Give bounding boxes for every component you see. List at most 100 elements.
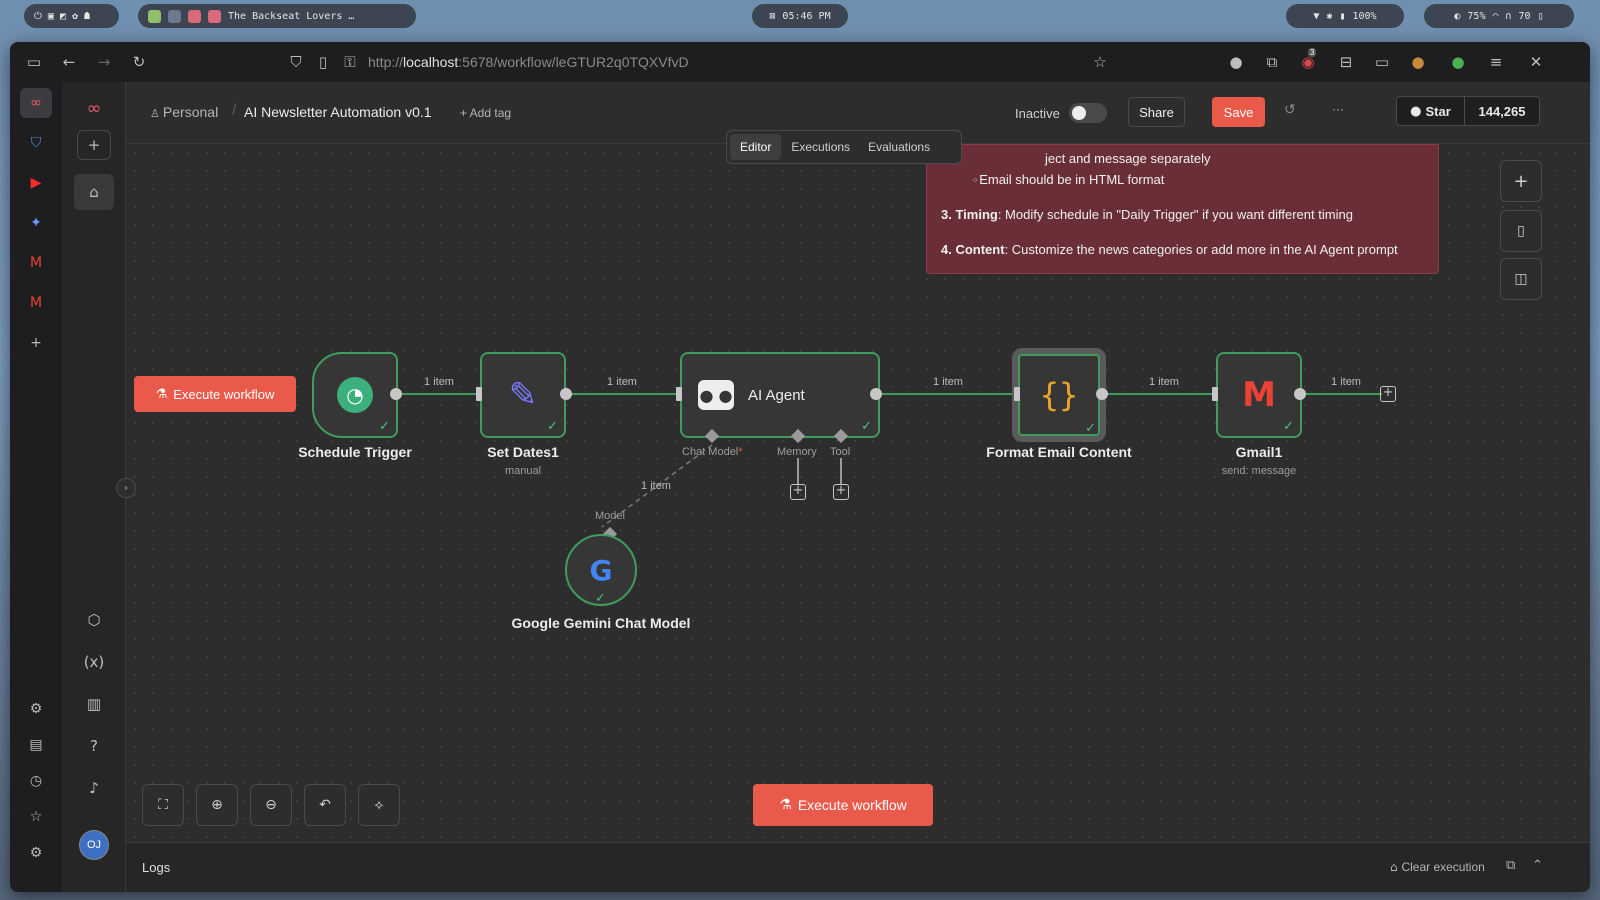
ai-icon[interactable]: ⚙ <box>20 694 52 724</box>
add-icon[interactable]: + <box>77 130 111 160</box>
connection[interactable] <box>876 393 1016 395</box>
cookie-icon[interactable]: ● <box>1408 52 1428 72</box>
page-icon[interactable]: ▯ <box>313 52 333 72</box>
gemini-tab-icon[interactable]: ✦ <box>20 208 52 238</box>
workflow-title[interactable]: AI Newsletter Automation v0.1 <box>244 104 432 120</box>
chevron-up-icon[interactable]: ⌃ <box>1532 858 1543 873</box>
logs-panel[interactable]: Logs ⌂ Clear execution ⧉ ⌃ <box>126 842 1590 892</box>
sticky-note[interactable]: ject and message separately ○ Email shou… <box>926 144 1439 274</box>
github-star-button[interactable]: ● Star 144,265 <box>1396 96 1540 126</box>
variables-icon[interactable]: (x) <box>74 644 114 680</box>
zoom-in-icon[interactable]: ⊕ <box>196 784 238 826</box>
tab-editor[interactable]: Editor <box>730 134 782 160</box>
connection[interactable] <box>396 393 476 395</box>
add-tool-icon[interactable]: + <box>833 484 849 500</box>
active-toggle[interactable] <box>1069 103 1107 123</box>
bookmarks-icon[interactable]: ☆ <box>20 802 52 832</box>
undo-icon[interactable]: ↶ <box>304 784 346 826</box>
execute-workflow-button[interactable]: ⚗ Execute workflow <box>753 784 933 826</box>
connection[interactable] <box>1102 393 1216 395</box>
input-port[interactable] <box>676 387 682 401</box>
bookmark-star-icon[interactable]: ☆ <box>1090 52 1110 72</box>
zoom-out-icon[interactable]: ⊖ <box>250 784 292 826</box>
home-icon[interactable]: ⌂ <box>74 174 114 210</box>
close-icon[interactable]: ✕ <box>1526 52 1546 72</box>
node-set-dates[interactable]: ✎ ✓ <box>480 352 566 438</box>
help-icon[interactable]: ? <box>74 728 114 764</box>
node-format-email-content[interactable]: {} ✓ <box>1012 348 1106 442</box>
add-tag-button[interactable]: + Add tag <box>460 106 511 120</box>
new-tab-icon[interactable]: + <box>20 328 52 358</box>
connection[interactable] <box>1300 393 1382 395</box>
node-gmail[interactable]: M ✓ <box>1216 352 1302 438</box>
shield-tab-icon[interactable]: ⛉ <box>20 128 52 158</box>
status-label: Inactive <box>1015 106 1060 121</box>
os-top-bar: ⏻ ▣ ◩ ✿ ☗ The Backseat Lovers … ⊠ 05:46 P… <box>0 0 1600 32</box>
taskbar-window[interactable]: The Backseat Lovers … <box>138 4 416 28</box>
green-extension-icon[interactable]: ● <box>1448 52 1468 72</box>
gmail-tab-icon[interactable]: M <box>20 248 52 278</box>
avatar[interactable]: OJ <box>79 830 109 860</box>
back-icon[interactable]: ← <box>59 52 79 72</box>
battery-indicator[interactable]: ▼ ✱ ▮ 100% <box>1286 4 1404 28</box>
breadcrumb[interactable]: ♙ Personal <box>150 104 218 120</box>
save-button[interactable]: Save <box>1212 97 1265 127</box>
execute-label: Execute workflow <box>797 797 907 813</box>
gmail-tab-icon[interactable]: M <box>20 288 52 318</box>
input-port[interactable] <box>476 387 482 401</box>
node-google-gemini[interactable]: G ✓ <box>565 534 637 606</box>
notifications-icon[interactable]: ♪ <box>74 770 114 806</box>
connection[interactable] <box>566 393 676 395</box>
templates-icon[interactable]: ⬡ <box>74 602 114 638</box>
clock[interactable]: ⊠ 05:46 PM <box>752 4 848 28</box>
panel-toggle-button[interactable]: ◫ <box>1500 258 1542 300</box>
input-port[interactable] <box>1212 387 1218 401</box>
node-ai-agent[interactable]: ● ● AI Agent ✓ <box>680 352 880 438</box>
sidebar-toggle-icon[interactable]: ▭ <box>24 52 44 72</box>
menu-icon[interactable]: ≡ <box>1486 52 1506 72</box>
settings-icon[interactable]: ⚙ <box>20 838 52 868</box>
insights-icon[interactable]: ▥ <box>74 686 114 722</box>
workflow-canvas[interactable]: Editor Executions Evaluations ject and m… <box>116 130 1590 842</box>
container-icon[interactable]: ⊟ <box>1336 52 1356 72</box>
system-indicators[interactable]: ⏻ ▣ ◩ ✿ ☗ <box>24 4 119 28</box>
history-icon[interactable]: ↺ <box>1284 102 1296 118</box>
more-options-button[interactable]: ··· <box>1332 102 1344 116</box>
output-port[interactable] <box>560 388 572 400</box>
expand-sidebar-icon[interactable]: › <box>116 478 136 498</box>
n8n-logo-icon[interactable]: ∞ <box>74 90 114 126</box>
add-memory-icon[interactable]: + <box>790 484 806 500</box>
execute-workflow-trigger-button[interactable]: ⚗ Execute workflow <box>134 376 296 412</box>
key-icon[interactable]: ⚿ <box>340 52 360 72</box>
output-port[interactable] <box>390 388 402 400</box>
fit-view-icon[interactable]: ⛶ <box>142 784 184 826</box>
tidy-up-icon[interactable]: ⟡ <box>358 784 400 826</box>
success-check-icon: ✓ <box>861 419 872 434</box>
status-indicators[interactable]: ◐ 75% ◠ ∩ 70 ▯ <box>1424 4 1574 28</box>
tab-evaluations[interactable]: Evaluations <box>860 134 938 160</box>
add-node-button[interactable]: + <box>1500 160 1542 202</box>
device-icon[interactable]: ▤ <box>20 730 52 760</box>
shield-icon[interactable]: ⛉ <box>286 52 306 72</box>
history-icon[interactable]: ◷ <box>20 766 52 796</box>
popout-icon[interactable]: ⧉ <box>1506 858 1515 873</box>
node-schedule-trigger[interactable]: ◔ ✓ <box>312 352 398 438</box>
forward-icon[interactable]: → <box>94 52 114 72</box>
youtube-tab-icon[interactable]: ▶ <box>20 168 52 198</box>
n8n-tab-icon[interactable]: ∞ <box>20 88 52 118</box>
extension-icon[interactable]: ● <box>1226 52 1246 72</box>
tab-executions[interactable]: Executions <box>783 134 858 160</box>
reader-icon[interactable]: ▭ <box>1372 52 1392 72</box>
share-button[interactable]: Share <box>1128 97 1185 127</box>
add-next-node-icon[interactable]: + <box>1380 386 1396 402</box>
reload-icon[interactable]: ↻ <box>129 52 149 72</box>
output-port[interactable] <box>1294 388 1306 400</box>
puzzle-icon[interactable]: ⧉ <box>1262 52 1282 72</box>
output-port[interactable] <box>1096 388 1108 400</box>
sticky-note-button[interactable]: ▯ <box>1500 210 1542 252</box>
item-count: 1 item <box>1149 376 1179 388</box>
clear-execution-button[interactable]: ⌂ Clear execution <box>1390 860 1485 874</box>
input-port[interactable] <box>1014 387 1020 401</box>
url-bar[interactable]: http://localhost:5678/workflow/leGTUR2q0… <box>368 48 1098 76</box>
output-port[interactable] <box>870 388 882 400</box>
